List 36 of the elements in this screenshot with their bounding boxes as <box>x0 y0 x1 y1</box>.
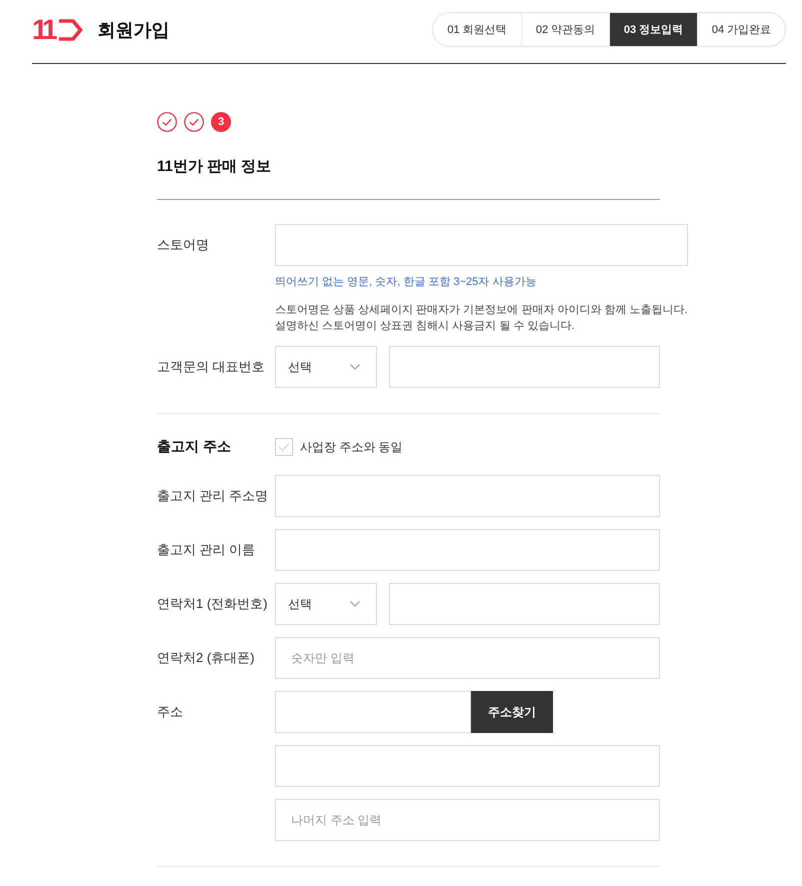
checkbox[interactable] <box>275 438 293 456</box>
checkbox-label: 사업장 주소와 동일 <box>300 438 403 456</box>
section-title: 11번가 판매 정보 <box>157 157 272 177</box>
field-label: 연락처2 (휴대폰) <box>157 649 254 667</box>
check-circle-icon <box>157 112 177 132</box>
address-search-button[interactable]: 주소찾기 <box>471 691 553 733</box>
input-field[interactable] <box>275 224 688 266</box>
hint-text: 띄어쓰기 없는 영문, 숫자, 한글 포함 3~25자 사용가능 <box>275 275 536 290</box>
group-heading: 출고지 주소 <box>157 438 231 456</box>
note-text: 설명하신 스토어명이 상표권 침해시 사용금지 될 수 있습니다. <box>275 319 574 334</box>
wizard-step: 03 정보입력 <box>609 13 697 46</box>
input-field[interactable] <box>389 346 660 388</box>
field-label: 고객문의 대표번호 <box>157 358 265 376</box>
checkmark-icon <box>278 442 290 452</box>
input-field[interactable] <box>275 745 660 787</box>
select-dropdown[interactable]: 선택 <box>275 583 377 625</box>
note-text: 스토어명은 상품 상세페이지 판매자가 기본정보에 판매자 아이디와 함께 노출됩니다. <box>275 303 688 318</box>
input-field[interactable]: 숫자만 입력 <box>275 637 660 679</box>
field-label: 스토어명 <box>157 236 209 254</box>
wizard-step: 04 가입완료 <box>697 13 785 46</box>
field-label: 연락처1 (전화번호) <box>157 595 268 613</box>
input-field[interactable] <box>275 475 660 517</box>
input-field[interactable] <box>389 583 660 625</box>
input-field[interactable] <box>275 691 471 733</box>
input-field[interactable] <box>275 529 660 571</box>
logo-text: 11 <box>32 18 56 42</box>
field-label: 주소 <box>157 703 183 721</box>
page-title: 회원가입 <box>98 19 170 42</box>
field-label: 출고지 관리 주소명 <box>157 487 268 505</box>
field-label: 출고지 관리 이름 <box>157 541 256 559</box>
chevron-down-icon <box>350 364 360 370</box>
select-dropdown[interactable]: 선택 <box>275 346 377 388</box>
current-step-number: 3 <box>211 112 231 132</box>
chevron-down-icon <box>350 601 360 607</box>
input-field[interactable]: 나머지 주소 입력 <box>275 799 660 841</box>
check-circle-icon <box>184 112 204 132</box>
